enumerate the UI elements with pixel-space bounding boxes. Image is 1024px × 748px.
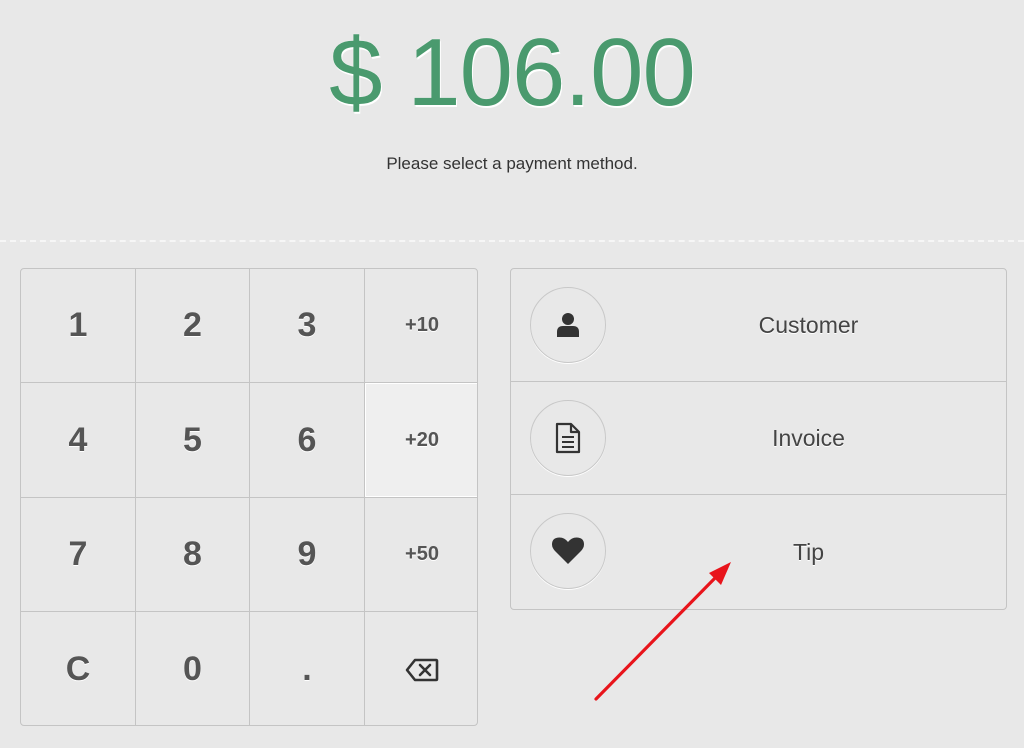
user-icon xyxy=(530,287,606,363)
key-9[interactable]: 9 xyxy=(250,498,365,612)
key-clear[interactable]: C xyxy=(21,612,136,725)
key-4[interactable]: 4 xyxy=(21,383,136,498)
key-plus-20[interactable]: +20 xyxy=(365,383,477,498)
key-7[interactable]: 7 xyxy=(21,498,136,612)
method-invoice-label: Invoice xyxy=(772,424,845,451)
key-plus-10[interactable]: +10 xyxy=(365,269,477,383)
key-backspace[interactable] xyxy=(365,612,477,725)
method-tip[interactable]: Tip xyxy=(511,495,1006,609)
backspace-icon xyxy=(405,658,439,682)
payment-methods: Customer Invoice Tip xyxy=(510,268,1007,610)
key-3[interactable]: 3 xyxy=(250,269,365,383)
section-divider xyxy=(0,240,1024,242)
annotation-arrow-icon xyxy=(594,562,731,701)
numeric-keypad: 1 2 3 +10 4 5 6 +20 7 8 9 +50 C 0 . xyxy=(20,268,478,726)
method-customer[interactable]: Customer xyxy=(511,269,1006,382)
method-customer-label: Customer xyxy=(758,311,859,338)
key-plus-50[interactable]: +50 xyxy=(365,498,477,612)
key-decimal[interactable]: . xyxy=(250,612,365,725)
key-5[interactable]: 5 xyxy=(136,383,250,498)
payment-amount: $ 106.00 xyxy=(329,19,696,126)
key-6[interactable]: 6 xyxy=(250,383,365,498)
document-icon xyxy=(530,400,606,476)
key-2[interactable]: 2 xyxy=(136,269,250,383)
payment-instruction: Please select a payment method. xyxy=(386,154,638,173)
method-invoice[interactable]: Invoice xyxy=(511,382,1006,495)
key-1[interactable]: 1 xyxy=(21,269,136,383)
key-8[interactable]: 8 xyxy=(136,498,250,612)
key-0[interactable]: 0 xyxy=(136,612,250,725)
